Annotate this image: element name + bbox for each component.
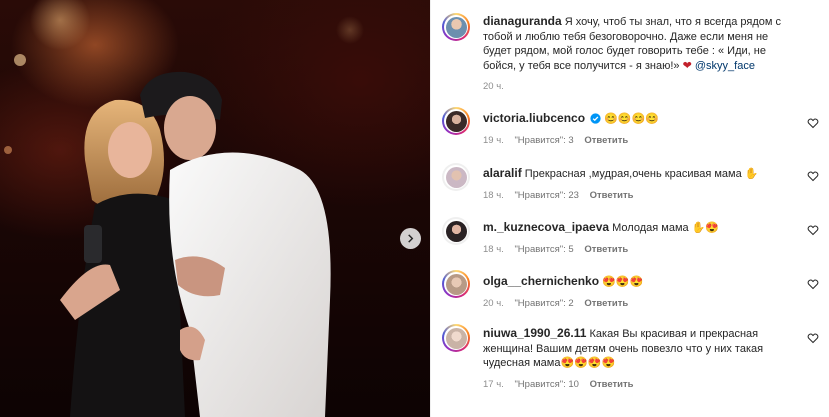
- comment-likes[interactable]: "Нравится": 5: [514, 244, 573, 255]
- comment-text: Прекрасная ,мудрая,очень красивая мама ✋: [524, 168, 759, 180]
- comment-username[interactable]: m._kuznecova_ipaeva: [483, 220, 609, 234]
- comment-timestamp: 17 ч.: [483, 378, 504, 390]
- comment-timestamp: 20 ч.: [483, 297, 504, 309]
- commenter-avatar[interactable]: [442, 217, 470, 245]
- commenter-avatar[interactable]: [442, 163, 470, 191]
- comment-item: olga__chernichenko 😍😍😍 20 ч. "Нравится":…: [483, 274, 783, 311]
- comment-timestamp: 19 ч.: [483, 134, 504, 146]
- reply-button[interactable]: Ответить: [590, 379, 634, 390]
- comment-likes[interactable]: "Нравится": 10: [514, 379, 579, 390]
- post-photo: [0, 0, 430, 417]
- comment-item: m._kuznecova_ipaeva Молодая мама ✋😍 18 ч…: [483, 220, 783, 257]
- reply-button[interactable]: Ответить: [590, 190, 634, 201]
- heart-outline-icon[interactable]: [807, 224, 819, 236]
- author-avatar[interactable]: [442, 13, 470, 41]
- post-caption: dianaguranda Я хочу, чтоб ты знал, что я…: [483, 14, 783, 95]
- comment-text: Молодая мама ✋😍: [612, 222, 720, 234]
- photo-scene: [4, 0, 364, 417]
- heart-outline-icon[interactable]: [807, 278, 819, 290]
- commenter-avatar[interactable]: [442, 107, 470, 135]
- comment-timestamp: 18 ч.: [483, 243, 504, 255]
- comment-likes[interactable]: "Нравится": 23: [514, 190, 579, 201]
- verified-badge-icon: [590, 113, 601, 124]
- heart-outline-icon[interactable]: [807, 332, 819, 344]
- comment-username[interactable]: victoria.liubcenco: [483, 111, 585, 125]
- post-timestamp: 20 ч.: [483, 81, 504, 92]
- comment-likes[interactable]: "Нравится": 3: [514, 135, 573, 146]
- comment-username[interactable]: niuwa_1990_26.11: [483, 326, 586, 340]
- mention-link[interactable]: @skyy_face: [695, 60, 755, 72]
- commenter-avatar[interactable]: [442, 324, 470, 352]
- comment-timestamp: 18 ч.: [483, 189, 504, 201]
- comment-likes[interactable]: "Нравится": 2: [514, 298, 573, 309]
- heart-outline-icon[interactable]: [807, 117, 819, 129]
- reply-button[interactable]: Ответить: [584, 135, 628, 146]
- next-slide-button[interactable]: [400, 228, 421, 249]
- comment-item: niuwa_1990_26.11 Какая Вы красивая и пре…: [483, 326, 783, 392]
- author-username[interactable]: dianaguranda: [483, 14, 562, 28]
- heart-emoji: ❤: [682, 59, 692, 72]
- heart-outline-icon[interactable]: [807, 170, 819, 182]
- comment-text: 😍😍😍: [602, 276, 644, 288]
- chevron-right-icon: [408, 234, 414, 243]
- comment-item: alaralif Прекрасная ,мудрая,очень красив…: [483, 166, 783, 203]
- reply-button[interactable]: Ответить: [584, 244, 628, 255]
- commenter-avatar[interactable]: [442, 270, 470, 298]
- reply-button[interactable]: Ответить: [584, 298, 628, 309]
- comment-username[interactable]: olga__chernichenko: [483, 274, 599, 288]
- comment-text: 😊😊😊😊: [604, 113, 659, 125]
- comment-item: victoria.liubcenco 😊😊😊😊 19 ч. "Нравится"…: [483, 111, 783, 148]
- comment-username[interactable]: alaralif: [483, 166, 522, 180]
